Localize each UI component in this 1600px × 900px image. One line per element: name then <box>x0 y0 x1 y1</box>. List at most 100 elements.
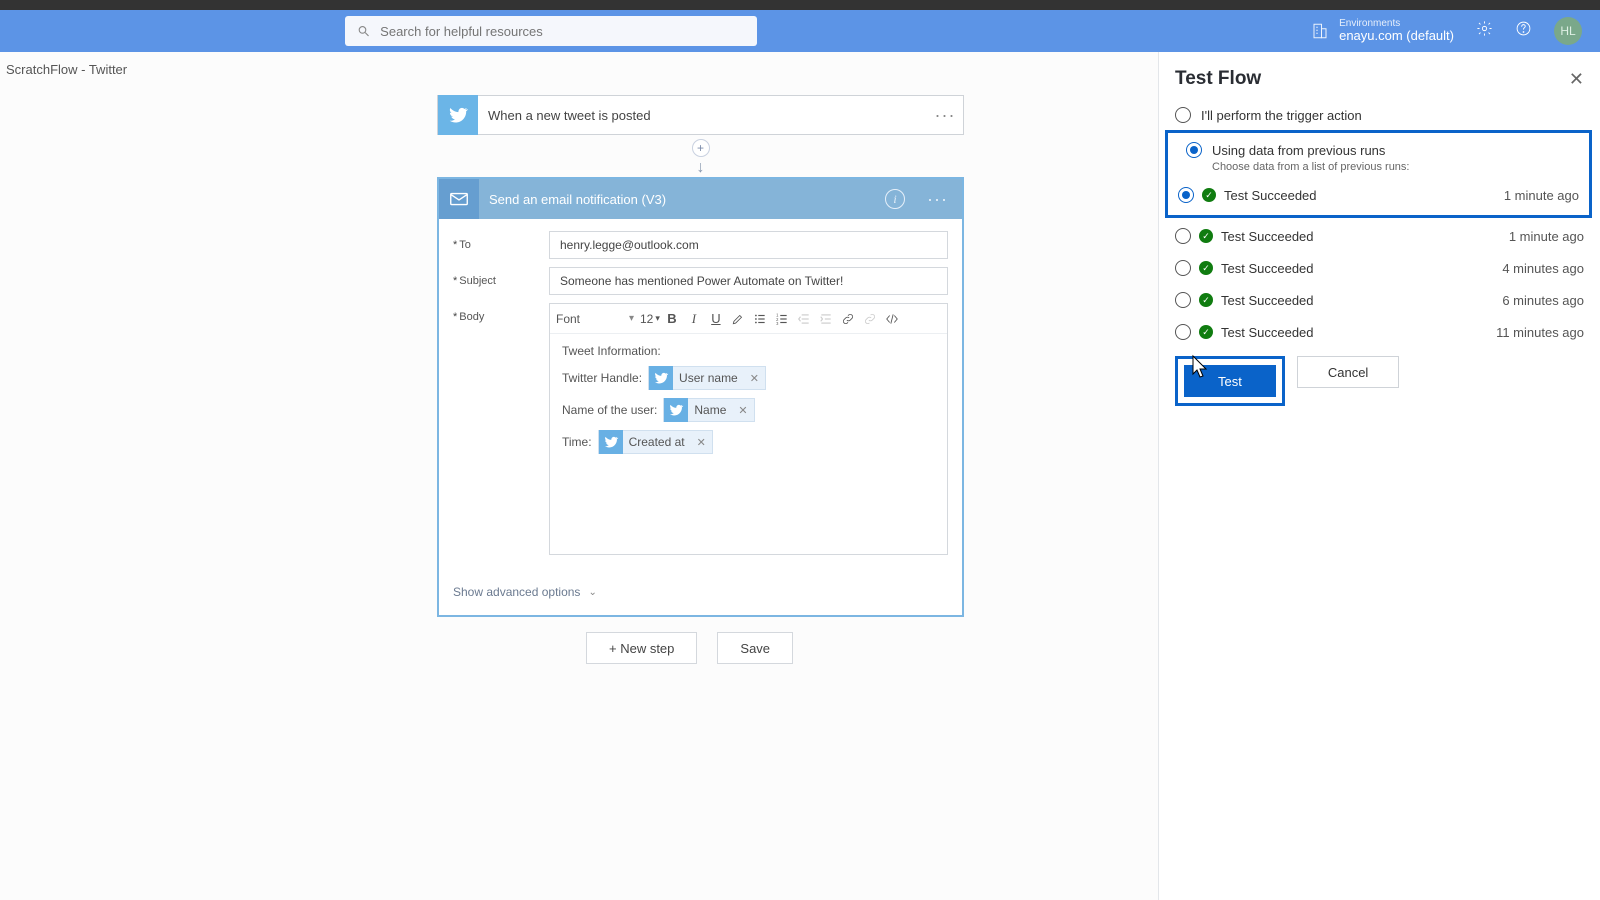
settings-button[interactable] <box>1476 20 1493 42</box>
connector: + ↓ <box>700 139 701 179</box>
chevron-down-icon: ▾ <box>629 313 634 324</box>
token-createdat[interactable]: Created at ✕ <box>598 430 713 454</box>
indent-icon <box>819 312 833 326</box>
code-view-button[interactable] <box>882 309 902 329</box>
remove-token-button[interactable]: ✕ <box>732 404 753 417</box>
twitter-icon <box>603 434 619 450</box>
indent-button[interactable] <box>816 309 836 329</box>
option-manual-trigger[interactable]: I'll perform the trigger action <box>1159 102 1600 128</box>
radio-icon <box>1175 228 1191 244</box>
gear-icon <box>1476 20 1493 37</box>
trigger-more-button[interactable]: ··· <box>927 105 963 126</box>
radio-icon <box>1175 260 1191 276</box>
radio-icon <box>1175 324 1191 340</box>
line2-label: Name of the user: <box>562 403 657 417</box>
arrow-down-icon: ↓ <box>697 159 705 177</box>
italic-button[interactable]: I <box>684 309 704 329</box>
action-title: Send an email notification (V3) <box>479 192 885 207</box>
remove-token-button[interactable]: ✕ <box>691 436 712 449</box>
bullet-list-button[interactable] <box>750 309 770 329</box>
success-icon: ✓ <box>1199 293 1213 307</box>
link-button[interactable] <box>838 309 858 329</box>
remove-token-button[interactable]: ✕ <box>744 372 765 385</box>
radio-icon <box>1175 292 1191 308</box>
run-row[interactable]: ✓ Test Succeeded 11 minutes ago <box>1167 316 1592 348</box>
twitter-connector-icon <box>438 95 478 135</box>
action-header[interactable]: Send an email notification (V3) i ··· <box>439 179 962 219</box>
option-previous-subtitle: Choose data from a list of previous runs… <box>1170 161 1587 173</box>
outdent-button[interactable] <box>794 309 814 329</box>
environment-picker[interactable]: Environments enayu.com (default) <box>1311 18 1454 43</box>
chevron-down-icon: ▾ <box>655 313 660 324</box>
action-card: Send an email notification (V3) i ··· *T… <box>437 177 964 617</box>
search-icon <box>357 24 370 38</box>
twitter-icon <box>668 402 684 418</box>
body-heading: Tweet Information: <box>562 344 935 358</box>
highlighted-selection: Using data from previous runs Choose dat… <box>1165 130 1592 218</box>
option-previous-runs[interactable]: Using data from previous runs <box>1170 137 1587 163</box>
close-panel-button[interactable]: ✕ <box>1569 69 1584 90</box>
body-label: Body <box>459 311 484 323</box>
run-row[interactable]: ✓ Test Succeeded 4 minutes ago <box>1167 252 1592 284</box>
chevron-down-icon: ⌄ <box>588 587 596 598</box>
outdent-icon <box>797 312 811 326</box>
token-name[interactable]: Name ✕ <box>663 398 754 422</box>
line3-label: Time: <box>562 435 592 449</box>
new-step-button[interactable]: + New step <box>586 632 697 664</box>
code-icon <box>884 312 900 326</box>
line1-label: Twitter Handle: <box>562 371 642 385</box>
env-label: Environments <box>1339 18 1454 29</box>
info-icon[interactable]: i <box>885 189 905 209</box>
action-more-button[interactable]: ··· <box>913 189 962 210</box>
success-icon: ✓ <box>1199 325 1213 339</box>
number-list-button[interactable]: 123 <box>772 309 792 329</box>
radio-icon <box>1186 142 1202 158</box>
add-step-button[interactable]: + <box>692 139 710 157</box>
token-username[interactable]: User name ✕ <box>648 366 766 390</box>
rte-toolbar: Font▾ 12▾ B I U 123 <box>550 304 947 334</box>
search-input[interactable] <box>380 24 745 39</box>
unlink-button[interactable] <box>860 309 880 329</box>
size-dropdown[interactable]: 12▾ <box>640 312 660 326</box>
help-icon <box>1515 20 1532 37</box>
test-flow-panel: Test Flow ✕ I'll perform the trigger act… <box>1158 52 1600 900</box>
env-value: enayu.com (default) <box>1339 29 1454 43</box>
to-input[interactable] <box>549 231 948 259</box>
twitter-icon <box>653 370 669 386</box>
help-button[interactable] <box>1515 20 1532 42</box>
save-button[interactable]: Save <box>717 632 793 664</box>
to-label: To <box>459 239 471 251</box>
panel-title: Test Flow <box>1175 68 1261 90</box>
body-editor[interactable]: Font▾ 12▾ B I U 123 <box>549 303 948 555</box>
font-dropdown[interactable]: Font▾ <box>556 312 638 326</box>
global-search[interactable] <box>345 16 757 46</box>
user-avatar[interactable]: HL <box>1554 17 1582 45</box>
color-button[interactable] <box>728 309 748 329</box>
radio-icon <box>1178 187 1194 203</box>
pencil-icon <box>731 312 745 326</box>
unlink-icon <box>863 312 877 326</box>
bold-button[interactable]: B <box>662 309 682 329</box>
rte-content[interactable]: Tweet Information: Twitter Handle: User … <box>550 334 947 554</box>
link-icon <box>841 312 855 326</box>
bullet-list-icon <box>753 312 767 326</box>
success-icon: ✓ <box>1199 229 1213 243</box>
subject-input[interactable] <box>549 267 948 295</box>
test-button[interactable]: Test <box>1184 365 1276 397</box>
run-row[interactable]: ✓ Test Succeeded 1 minute ago <box>1170 179 1587 211</box>
success-icon: ✓ <box>1202 188 1216 202</box>
subject-label: Subject <box>459 275 496 287</box>
run-row[interactable]: ✓ Test Succeeded 1 minute ago <box>1167 220 1592 252</box>
trigger-card[interactable]: When a new tweet is posted ··· <box>437 95 964 135</box>
test-button-highlight: Test <box>1175 356 1285 406</box>
number-list-icon: 123 <box>775 312 789 326</box>
trigger-title: When a new tweet is posted <box>478 108 927 123</box>
mail-connector-icon <box>439 179 479 219</box>
underline-button[interactable]: U <box>706 309 726 329</box>
svg-text:3: 3 <box>776 320 779 325</box>
cancel-button[interactable]: Cancel <box>1297 356 1399 388</box>
radio-icon <box>1175 107 1191 123</box>
appbar: Environments enayu.com (default) HL <box>0 10 1600 52</box>
show-advanced-toggle[interactable]: Show advanced options ⌄ <box>439 571 962 615</box>
run-row[interactable]: ✓ Test Succeeded 6 minutes ago <box>1167 284 1592 316</box>
